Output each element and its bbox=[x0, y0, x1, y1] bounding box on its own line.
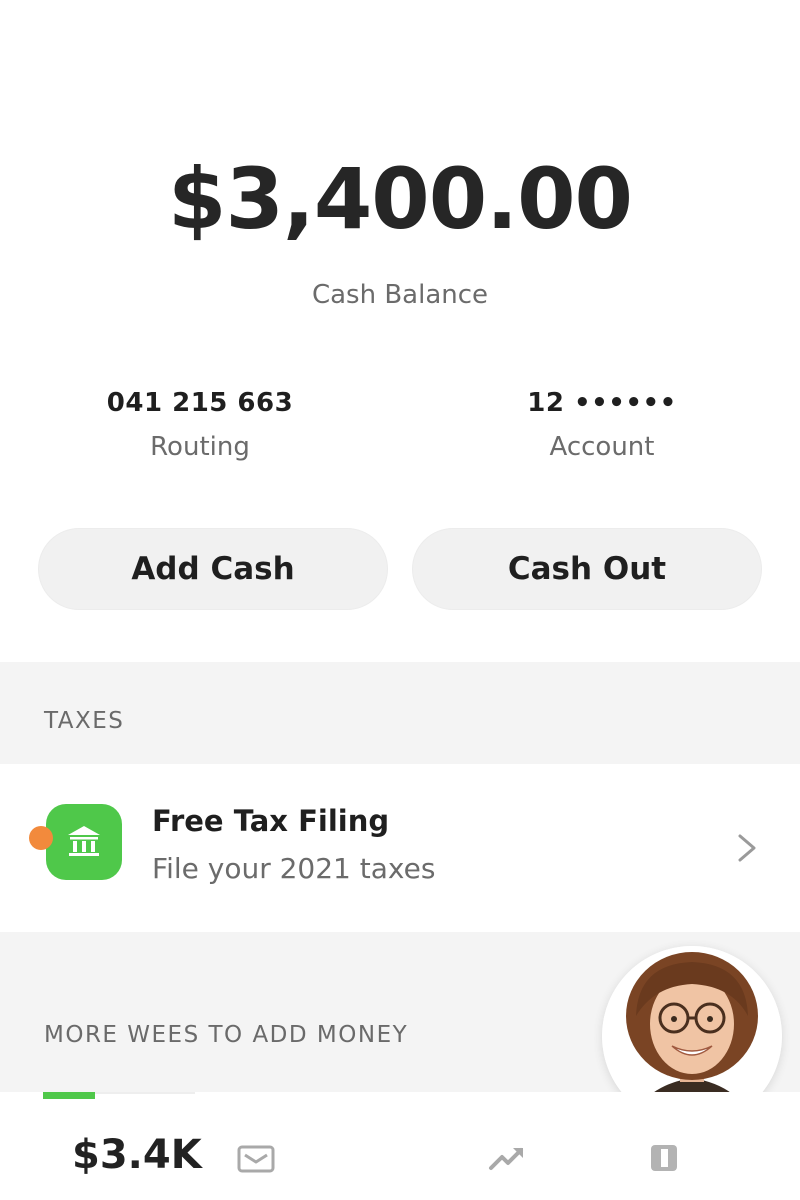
chevron-right-icon bbox=[738, 834, 756, 862]
account-number: 12 •••••• bbox=[527, 388, 677, 418]
bank-icon bbox=[46, 804, 122, 880]
routing-label: Routing bbox=[150, 432, 250, 462]
account-info[interactable]: 12 •••••• Account bbox=[452, 388, 752, 462]
card-icon[interactable] bbox=[644, 1138, 684, 1178]
tax-item-subtitle: File your 2021 taxes bbox=[152, 852, 436, 885]
active-tab-indicator bbox=[43, 1092, 95, 1099]
account-label: Account bbox=[549, 432, 655, 462]
routing-number: 041 215 663 bbox=[106, 388, 294, 418]
balance-label: Cash Balance bbox=[311, 280, 489, 310]
tax-item-title: Free Tax Filing bbox=[152, 804, 390, 838]
taxes-section-header: TAXES bbox=[0, 662, 800, 764]
cash-out-button[interactable]: Cash Out bbox=[412, 528, 762, 610]
envelope-icon[interactable] bbox=[236, 1138, 276, 1178]
notification-dot bbox=[29, 826, 53, 850]
balance-amount: $3,400.00 bbox=[168, 150, 633, 248]
taxes-header-title: TAXES bbox=[44, 708, 125, 734]
add-cash-button[interactable]: Add Cash bbox=[38, 528, 388, 610]
routing-info[interactable]: 041 215 663 Routing bbox=[50, 388, 350, 462]
trend-arrow-icon[interactable] bbox=[487, 1138, 527, 1178]
free-tax-filing-row[interactable]: Free Tax Filing File your 2021 taxes bbox=[0, 764, 800, 932]
tab-indicator-track bbox=[95, 1092, 195, 1094]
balance-section: $3,400.00 Cash Balance 041 215 663 Routi… bbox=[0, 0, 800, 660]
bottom-tab-bar: $3.4K bbox=[0, 1092, 800, 1200]
tab-balance[interactable]: $3.4K bbox=[72, 1132, 202, 1178]
more-ways-header-title: MORE WEES TO ADD MONEY bbox=[44, 1022, 409, 1048]
